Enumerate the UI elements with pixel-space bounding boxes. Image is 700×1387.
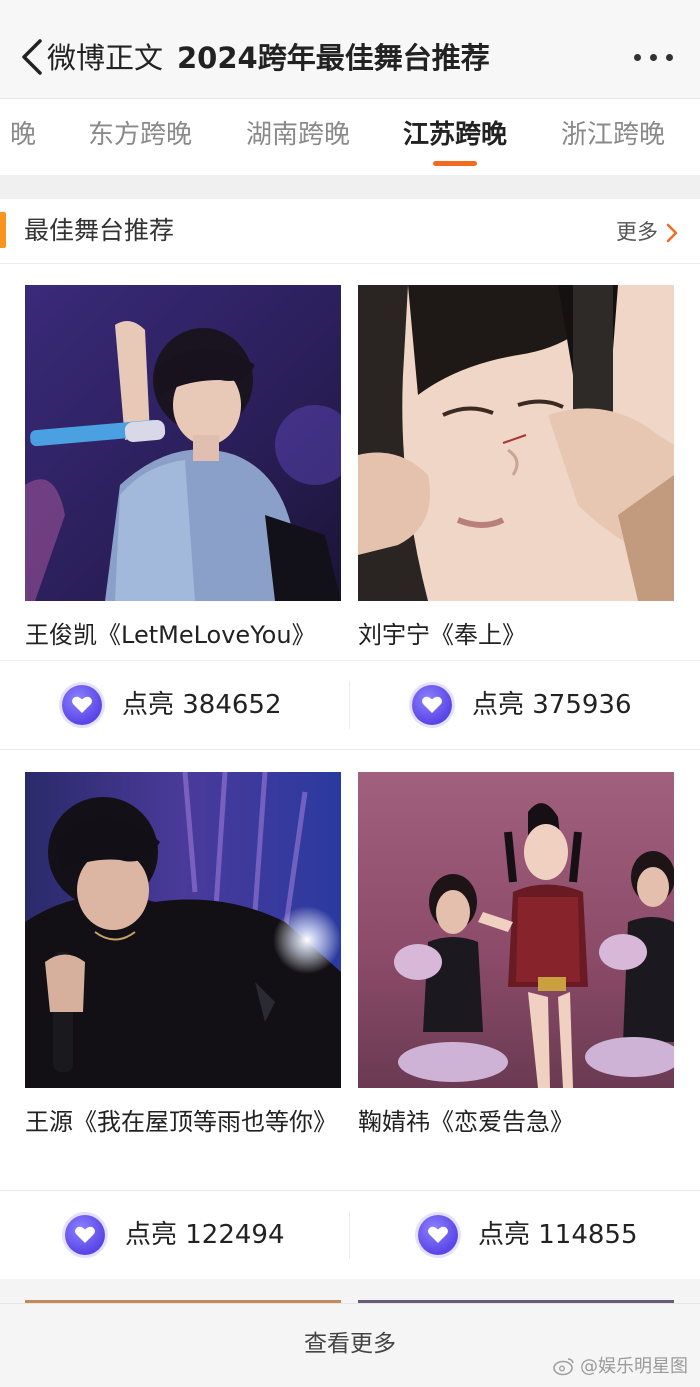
section-accent-bar — [0, 212, 6, 248]
section-gap — [0, 175, 700, 199]
stage-photo[interactable] — [25, 772, 341, 1088]
stage-card[interactable]: 鞠婧祎《恋爱告急》 — [358, 772, 674, 1188]
section-header: 最佳舞台推荐 更多 — [0, 199, 700, 264]
stage-photo[interactable] — [358, 772, 674, 1088]
stage-caption[interactable]: 王源《我在屋顶等雨也等你》 — [25, 1100, 341, 1144]
like-button[interactable]: 点亮 122494 — [0, 1191, 349, 1279]
likes-count: 点亮 114855 — [478, 1220, 638, 1250]
weibo-logo-icon — [553, 1358, 574, 1376]
likes-count: 点亮 384652 — [122, 690, 282, 720]
tab-bar: 晚 东方跨晚 湖南跨晚 江苏跨晚 浙江跨晚 — [0, 99, 700, 175]
stage-card[interactable]: 刘宇宁《奉上》 — [358, 285, 674, 657]
section-title: 最佳舞台推荐 — [24, 216, 175, 245]
stage-caption[interactable]: 鞠婧祎《恋爱告急》 — [358, 1100, 674, 1144]
tab-jiangsu[interactable]: 江苏跨晚 — [403, 117, 507, 153]
tab-hunan[interactable]: 湖南跨晚 — [246, 117, 350, 153]
stage-card[interactable]: 王源《我在屋顶等雨也等你》 — [25, 772, 341, 1188]
back-chevron-icon[interactable] — [18, 38, 46, 76]
page-title: 2024跨年最佳舞台推荐 — [177, 41, 490, 75]
chevron-right-icon[interactable] — [665, 223, 679, 243]
likes-row: 点亮 384652 点亮 375936 — [0, 660, 700, 750]
likes-count: 点亮 375936 — [472, 690, 632, 720]
section-gap — [0, 1279, 700, 1303]
heart-icon[interactable] — [412, 685, 452, 725]
heart-icon[interactable] — [418, 1215, 458, 1255]
stage-card[interactable]: 王俊凯《LetMeLoveYou》 — [25, 285, 341, 657]
stage-photo[interactable] — [25, 285, 341, 601]
heart-icon[interactable] — [62, 685, 102, 725]
more-options-icon[interactable] — [630, 50, 678, 64]
stage-caption[interactable]: 刘宇宁《奉上》 — [358, 613, 674, 657]
tab-dongfang[interactable]: 东方跨晚 — [88, 117, 192, 153]
watermark-text: @娱乐明星图 — [580, 1356, 688, 1377]
likes-count: 点亮 122494 — [125, 1220, 285, 1250]
stage-caption[interactable]: 王俊凯《LetMeLoveYou》 — [25, 613, 341, 657]
likes-row: 点亮 122494 点亮 114855 — [0, 1190, 700, 1280]
top-nav-bar: 微博正文 2024跨年最佳舞台推荐 — [0, 0, 700, 99]
back-label[interactable]: 微博正文 — [47, 38, 163, 78]
like-button[interactable]: 点亮 375936 — [350, 661, 699, 749]
like-button[interactable]: 点亮 114855 — [350, 1191, 699, 1279]
stage-photo[interactable] — [358, 285, 674, 601]
like-button[interactable]: 点亮 384652 — [0, 661, 349, 749]
more-link[interactable]: 更多 — [616, 217, 658, 247]
tab-zhejiang[interactable]: 浙江跨晚 — [561, 117, 665, 153]
active-tab-indicator — [433, 161, 477, 166]
tab-partial[interactable]: 晚 — [10, 117, 36, 153]
heart-icon[interactable] — [65, 1215, 105, 1255]
